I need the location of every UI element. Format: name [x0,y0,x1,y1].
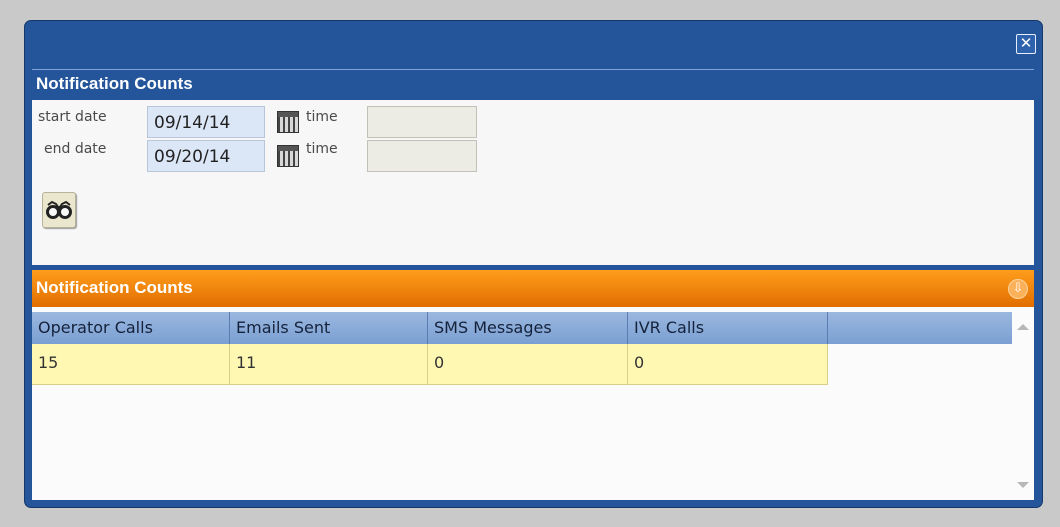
binoculars-icon [46,200,72,219]
cell-operator-calls: 15 [32,344,230,384]
scroll-down-icon[interactable] [1017,482,1029,488]
search-button[interactable] [42,192,76,228]
results-panel-header: Notification Counts ⇩ [32,270,1034,307]
close-icon[interactable]: ✕ [1016,34,1036,54]
column-header-sms-messages[interactable]: SMS Messages [428,312,628,344]
results-grid: Operator Calls Emails Sent SMS Messages … [32,307,1034,500]
end-date-calendar-icon[interactable] [277,145,299,167]
end-date-input[interactable]: 09/20/14 [147,140,265,172]
end-date-label: end date [44,141,107,157]
filter-panel-header: Notification Counts [32,69,1034,100]
filter-panel: start date 09/14/14 time end date 09/20/… [32,100,1034,265]
grid-header: Operator Calls Emails Sent SMS Messages … [32,312,1012,344]
column-header-ivr-calls[interactable]: IVR Calls [628,312,828,344]
filter-panel-title: Notification Counts [36,74,193,93]
scroll-up-icon[interactable] [1017,324,1029,330]
start-date-calendar-icon[interactable] [277,111,299,133]
notification-dialog: ✕ Notification Counts start date 09/14/1… [24,20,1043,508]
end-time-input[interactable] [367,140,477,172]
column-header-operator-calls[interactable]: Operator Calls [32,312,230,344]
results-panel-title: Notification Counts [36,278,193,297]
table-row[interactable]: 15 11 0 0 [32,344,828,385]
collapse-icon[interactable]: ⇩ [1008,279,1028,299]
start-time-input[interactable] [367,106,477,138]
start-date-input[interactable]: 09/14/14 [147,106,265,138]
end-time-label: time [306,141,338,157]
cell-sms-messages: 0 [428,344,628,384]
vertical-scrollbar[interactable] [1012,312,1034,500]
start-date-label: start date [38,109,107,125]
cell-emails-sent: 11 [230,344,428,384]
start-time-label: time [306,109,338,125]
cell-ivr-calls: 0 [628,344,828,384]
column-header-filler [828,312,1012,344]
column-header-emails-sent[interactable]: Emails Sent [230,312,428,344]
